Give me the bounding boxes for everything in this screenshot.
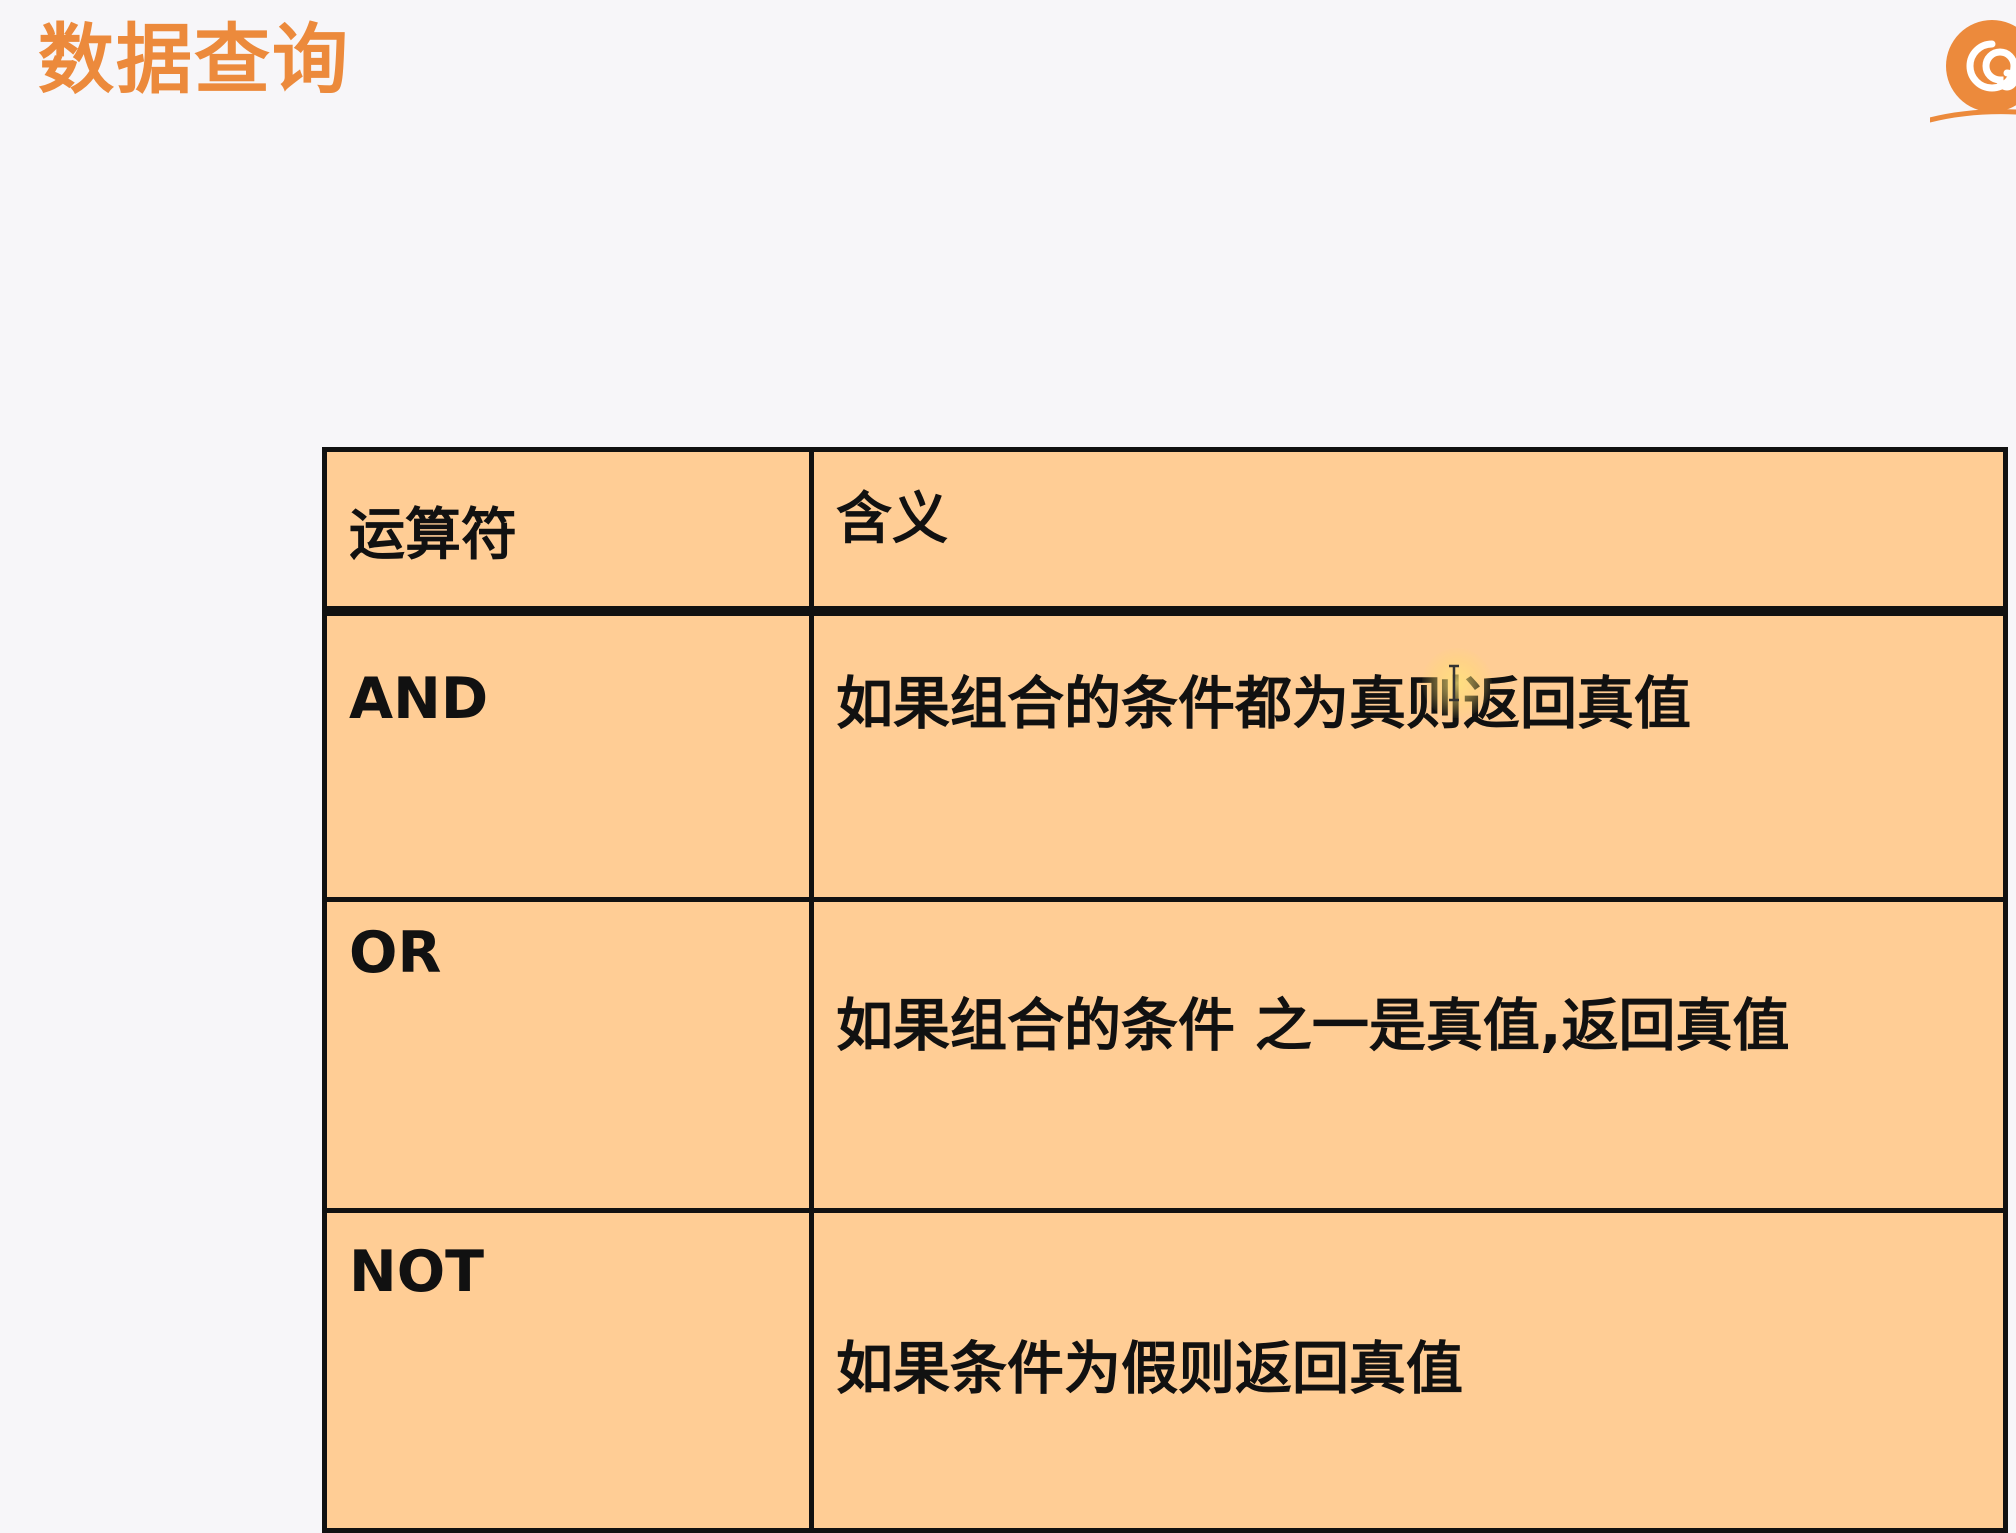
snail-logo-icon <box>1930 20 2016 123</box>
meaning-cell: 如果组合的条件 之一是真值,返回真值 <box>809 897 2008 1213</box>
table-row: NOT 如果条件为假则返回真值 <box>322 1208 2008 1533</box>
meaning-cell: 如果组合的条件都为真则返回真值 <box>809 608 2008 902</box>
operator-cell: OR <box>322 897 814 1213</box>
logical-operators-table: 运算符 含义 AND 如果组合的条件都为真则返回真值 OR 如果组合的条件 之一… <box>322 447 2008 1533</box>
table-row: AND 如果组合的条件都为真则返回真值 <box>322 608 2008 902</box>
table-header-row: 运算符 含义 <box>322 447 2008 616</box>
meaning-cell: 如果条件为假则返回真值 <box>809 1208 2008 1533</box>
header-operator: 运算符 <box>322 447 814 616</box>
slide-title: 数据查询 <box>38 15 350 104</box>
operator-cell: AND <box>322 608 814 902</box>
operator-cell: NOT <box>322 1208 814 1533</box>
header-meaning: 含义 <box>809 447 2008 616</box>
table-row: OR 如果组合的条件 之一是真值,返回真值 <box>322 897 2008 1213</box>
